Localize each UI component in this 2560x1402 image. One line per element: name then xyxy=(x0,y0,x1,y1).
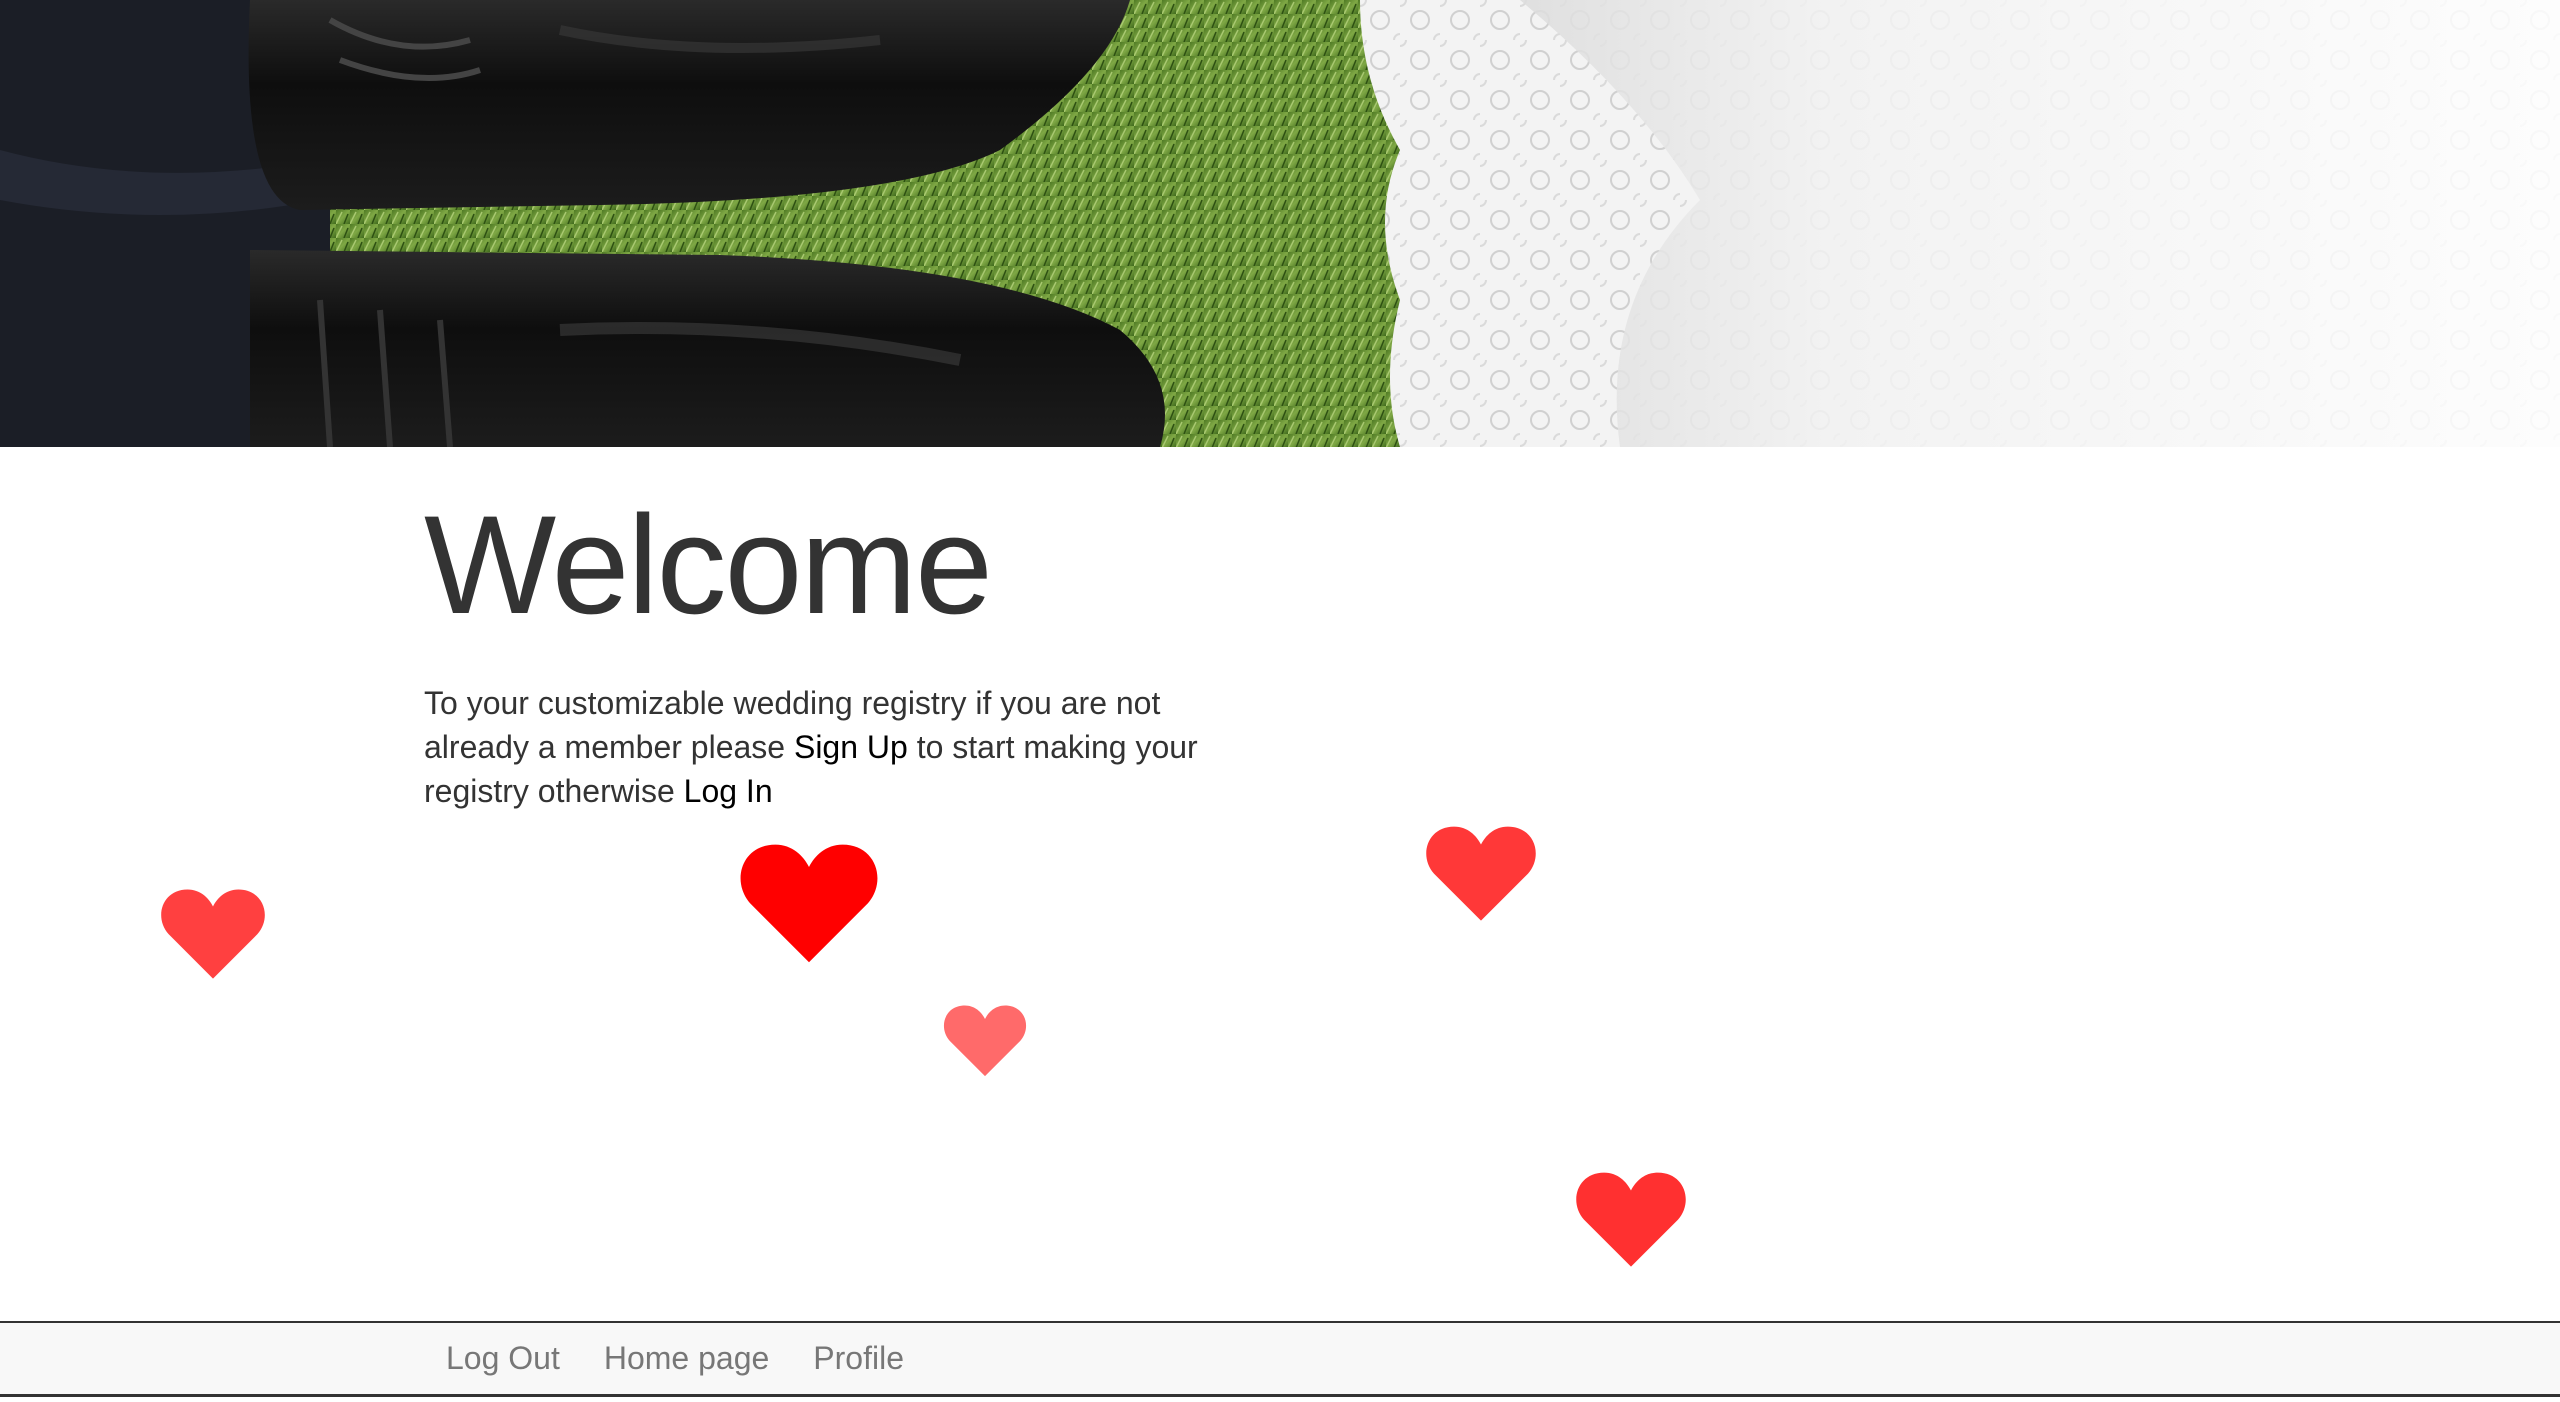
nav-item-profile: Profile xyxy=(791,1340,926,1377)
hero-image xyxy=(0,0,2560,447)
heart-icon xyxy=(943,1005,1027,1077)
page-title: Welcome xyxy=(424,486,993,643)
signup-link[interactable]: Sign Up xyxy=(794,729,908,765)
intro-text: To your customizable wedding registry if… xyxy=(424,681,1264,813)
main-content: Welcome To your customizable wedding reg… xyxy=(424,485,1264,813)
heart-icon xyxy=(161,889,265,979)
heart-icon xyxy=(1426,826,1536,921)
nav-item-home: Home page xyxy=(582,1340,791,1377)
home-page-link[interactable]: Home page xyxy=(582,1340,791,1376)
login-link[interactable]: Log In xyxy=(684,773,773,809)
profile-link[interactable]: Profile xyxy=(791,1340,926,1376)
nav-item-logout: Log Out xyxy=(424,1340,582,1377)
page: Welcome To your customizable wedding reg… xyxy=(0,0,2560,1402)
heart-icon xyxy=(1576,1172,1686,1267)
bottom-navbar: Log Out Home page Profile xyxy=(0,1321,2560,1397)
heart-icon xyxy=(740,844,878,963)
nav-list: Log Out Home page Profile xyxy=(424,1323,926,1394)
logout-link[interactable]: Log Out xyxy=(424,1340,582,1376)
